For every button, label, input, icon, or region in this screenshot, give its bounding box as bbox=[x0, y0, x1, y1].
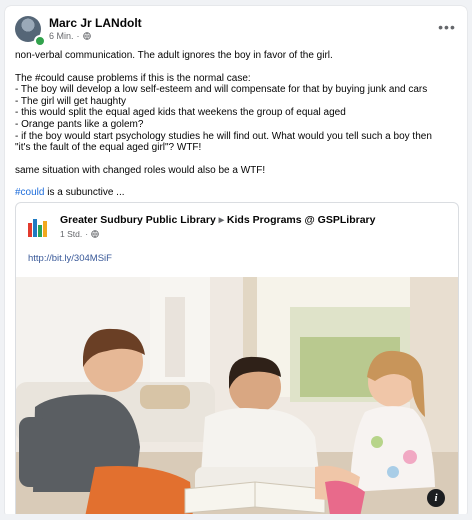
shared-post[interactable]: Greater Sudbury Public Library ▸ Kids Pr… bbox=[15, 202, 459, 518]
info-button[interactable]: i bbox=[427, 489, 445, 507]
post-line: The #could cause problems if this is the… bbox=[15, 72, 251, 84]
shared-post-time[interactable]: 1 Std. bbox=[60, 229, 82, 239]
shared-post-meta: 1 Std. · bbox=[60, 229, 99, 239]
post-body: non-verbal communication. The adult igno… bbox=[15, 50, 455, 199]
hashtag-link[interactable]: #could bbox=[15, 187, 44, 198]
post-meta: 6 Min. · bbox=[49, 31, 91, 41]
post-header: Marc Jr LANdolt 6 Min. · ••• bbox=[15, 16, 455, 50]
post-line: same situation with changed roles would … bbox=[15, 164, 266, 176]
group-name-link[interactable]: Kids Programs @ GSPLibrary bbox=[227, 214, 376, 226]
post-time[interactable]: 6 Min. bbox=[49, 31, 74, 41]
author-name[interactable]: Marc Jr LANdolt bbox=[49, 16, 142, 30]
globe-icon bbox=[82, 32, 91, 40]
post-line: - Orange pants like a golem? bbox=[15, 118, 144, 130]
photo-illustration bbox=[16, 277, 458, 518]
post-line: - The boy will develop a low self-esteem… bbox=[15, 84, 428, 96]
shared-photo[interactable]: i bbox=[16, 277, 458, 518]
post-line: - if the boy would start psychology stud… bbox=[15, 130, 432, 142]
globe-icon bbox=[91, 230, 99, 238]
shared-link[interactable]: http://bit.ly/304MSiF bbox=[28, 253, 112, 264]
arrow-icon: ▸ bbox=[218, 214, 224, 226]
post-line: "it's the fault of the equal aged girl"?… bbox=[15, 142, 202, 154]
see-more-text[interactable]: is a subunctive ... bbox=[44, 187, 124, 198]
library-logo-icon[interactable] bbox=[28, 215, 50, 237]
bottom-divider bbox=[0, 514, 472, 520]
post-line: #could is a subunctive ... bbox=[15, 187, 455, 199]
post-line: - this would split the equal aged kids t… bbox=[15, 107, 346, 119]
page-name-link[interactable]: Greater Sudbury Public Library bbox=[60, 214, 216, 226]
post-card: Marc Jr LANdolt 6 Min. · ••• non-verbal … bbox=[5, 6, 467, 518]
online-status-icon bbox=[34, 35, 46, 47]
shared-post-title: Greater Sudbury Public Library ▸ Kids Pr… bbox=[60, 214, 375, 226]
post-line: - The girl will get haughty bbox=[15, 95, 126, 107]
more-options-button[interactable]: ••• bbox=[435, 20, 459, 38]
post-line: non-verbal communication. The adult igno… bbox=[15, 50, 333, 61]
